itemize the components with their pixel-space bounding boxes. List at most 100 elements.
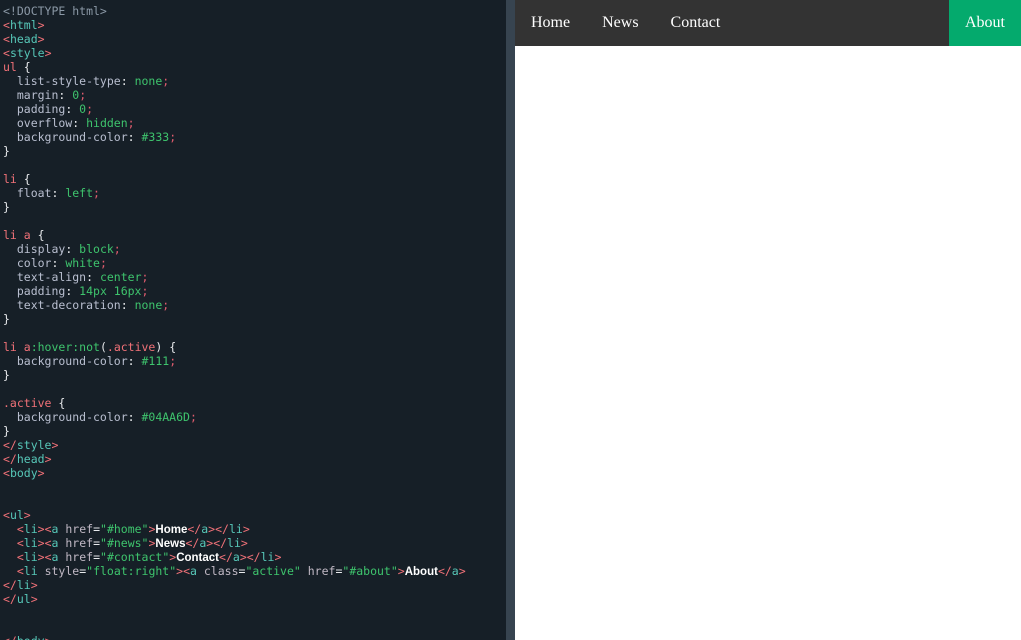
- code-token: }: [3, 368, 10, 382]
- code-token: hidden: [86, 116, 128, 130]
- code-line: li {: [0, 172, 506, 186]
- code-token: ul: [9, 508, 24, 522]
- code-line: text-decoration: none;: [0, 298, 506, 312]
- code-token: >: [37, 18, 45, 32]
- code-token: :: [51, 256, 66, 270]
- code-token: <: [16, 550, 24, 564]
- code-line: <!DOCTYPE html>: [0, 4, 506, 18]
- code-token: >: [44, 452, 52, 466]
- code-token: ;: [141, 284, 149, 298]
- nav-link-about[interactable]: About: [949, 0, 1021, 46]
- code-token: >: [51, 438, 59, 452]
- code-line: }: [0, 424, 506, 438]
- code-token: <: [3, 46, 10, 60]
- code-token: >: [30, 578, 38, 592]
- code-token: :: [127, 410, 142, 424]
- nav-link-news[interactable]: News: [586, 0, 654, 46]
- code-token: li: [23, 564, 38, 578]
- code-token: </: [3, 438, 17, 452]
- code-token: .active: [106, 340, 156, 354]
- code-line: text-align: center;: [0, 270, 506, 284]
- code-token: #333: [141, 130, 170, 144]
- code-line: <li style="float:right"><a class="active…: [0, 564, 506, 578]
- code-token: :: [65, 284, 80, 298]
- code-token: ) {: [155, 340, 177, 354]
- code-token: style: [16, 438, 52, 452]
- code-token: block: [79, 242, 114, 256]
- code-token: body: [9, 466, 38, 480]
- code-token: ;: [162, 74, 170, 88]
- code-token: <: [3, 32, 10, 46]
- code-token: a: [190, 564, 197, 578]
- code-token: </: [219, 550, 233, 564]
- code-token: Home: [155, 524, 188, 536]
- code-token: "#home": [100, 522, 149, 536]
- code-token: "active": [245, 564, 301, 578]
- code-line: }: [0, 368, 506, 382]
- editor-vertical-scrollbar[interactable]: [506, 0, 515, 640]
- code-line: overflow: hidden;: [0, 116, 506, 130]
- code-token: display: [3, 242, 66, 256]
- code-token: <: [16, 564, 24, 578]
- code-token: <: [3, 466, 10, 480]
- app-root: <!DOCTYPE html> <html> <head> <style> ul { l…: [0, 0, 1021, 640]
- code-line: li a {: [0, 228, 506, 242]
- code-token: :: [51, 186, 66, 200]
- code-token: <!DOCTYPE html>: [3, 4, 107, 18]
- code-text-area[interactable]: <!DOCTYPE html> <html> <head> <style> ul { l…: [0, 0, 506, 640]
- code-token: href: [300, 564, 336, 578]
- code-token: :: [65, 102, 80, 116]
- code-token: :hover:not: [30, 340, 100, 354]
- code-token: {: [16, 172, 31, 186]
- code-token: {: [30, 228, 45, 242]
- code-line: background-color: #111;: [0, 354, 506, 368]
- code-token: :: [86, 270, 100, 284]
- code-line: }: [0, 144, 506, 158]
- code-token: </: [187, 522, 202, 536]
- code-token: ;: [162, 298, 170, 312]
- code-line: color: white;: [0, 256, 506, 270]
- code-token: background-color: [3, 410, 128, 424]
- code-token: News: [155, 538, 186, 550]
- code-token: head: [9, 32, 38, 46]
- code-token: :: [127, 354, 142, 368]
- code-token: </: [3, 634, 17, 640]
- code-token: margin: [3, 88, 59, 102]
- code-token: head: [16, 452, 45, 466]
- code-token: }: [3, 424, 10, 438]
- code-token: "#news": [100, 536, 149, 550]
- code-token: (: [99, 340, 107, 354]
- code-token: <: [3, 18, 10, 32]
- code-token: :: [120, 74, 135, 88]
- code-line: ul {: [0, 60, 506, 74]
- code-token: .active: [3, 396, 52, 410]
- code-token: background-color: [3, 130, 128, 144]
- code-token: }: [3, 312, 10, 326]
- code-line: <body>: [0, 466, 506, 480]
- nav-link-contact[interactable]: Contact: [655, 0, 737, 46]
- code-token: </: [3, 592, 17, 606]
- code-token: ;: [141, 270, 149, 284]
- code-line: }: [0, 200, 506, 214]
- code-token: ><: [176, 564, 191, 578]
- code-token: ;: [169, 354, 177, 368]
- nav-link-home[interactable]: Home: [515, 0, 586, 46]
- code-token: ;: [99, 256, 107, 270]
- code-token: li: [228, 522, 243, 536]
- code-line: </head>: [0, 452, 506, 466]
- code-token: <: [16, 522, 24, 536]
- code-token: {: [51, 396, 66, 410]
- code-token: ;: [189, 410, 197, 424]
- editor-scrollbar-thumb[interactable]: [506, 0, 515, 640]
- code-line: </ul>: [0, 592, 506, 606]
- code-token: ><: [37, 522, 52, 536]
